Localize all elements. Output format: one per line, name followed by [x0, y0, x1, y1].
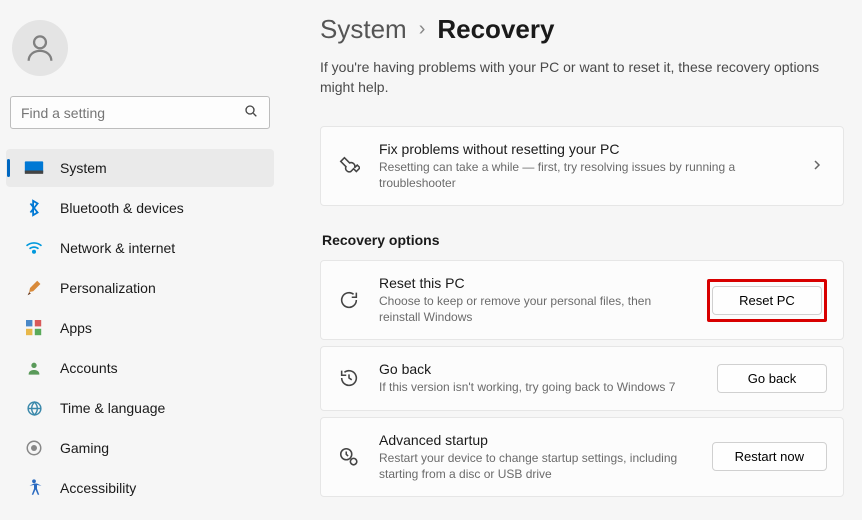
sidebar-item-label: Time & language: [60, 400, 165, 416]
chevron-right-icon: [807, 158, 827, 174]
card-desc: If this version isn't working, try going…: [379, 379, 699, 395]
card-title: Fix problems without resetting your PC: [379, 141, 789, 157]
card-desc: Resetting can take a while — first, try …: [379, 159, 789, 191]
breadcrumb-parent[interactable]: System: [320, 14, 407, 45]
sidebar-item-bluetooth[interactable]: Bluetooth & devices: [6, 189, 274, 227]
go-back-button[interactable]: Go back: [717, 364, 827, 393]
sidebar-item-personalization[interactable]: Personalization: [6, 269, 274, 307]
sidebar-item-label: Accounts: [60, 360, 118, 376]
search-input[interactable]: [21, 105, 243, 121]
sidebar-item-system[interactable]: System: [6, 149, 274, 187]
wrench-icon: [337, 154, 361, 178]
card-title: Go back: [379, 361, 699, 377]
sidebar-item-label: Personalization: [60, 280, 156, 296]
card-desc: Restart your device to change startup se…: [379, 450, 694, 482]
sidebar-item-label: Apps: [60, 320, 92, 336]
highlight-box: Reset PC: [707, 279, 827, 322]
nav-list: System Bluetooth & devices Network & int…: [0, 141, 280, 509]
card-go-back: Go back If this version isn't working, t…: [320, 346, 844, 410]
card-title: Reset this PC: [379, 275, 689, 291]
sidebar-item-gaming[interactable]: Gaming: [6, 429, 274, 467]
card-title: Advanced startup: [379, 432, 694, 448]
sidebar-item-apps[interactable]: Apps: [6, 309, 274, 347]
page-title: Recovery: [437, 14, 554, 45]
sidebar: System Bluetooth & devices Network & int…: [0, 0, 280, 520]
system-icon: [24, 158, 44, 178]
card-advanced-startup: Advanced startup Restart your device to …: [320, 417, 844, 497]
reset-pc-button[interactable]: Reset PC: [712, 286, 822, 315]
sidebar-item-label: Gaming: [60, 440, 109, 456]
accounts-icon: [24, 358, 44, 378]
avatar: [12, 20, 68, 76]
profile-row[interactable]: [0, 10, 280, 94]
sidebar-item-label: Bluetooth & devices: [60, 200, 184, 216]
sidebar-item-label: Accessibility: [60, 480, 136, 496]
breadcrumb: System › Recovery: [320, 14, 844, 45]
section-header: Recovery options: [322, 232, 844, 248]
page-intro: If you're having problems with your PC o…: [320, 57, 840, 98]
startup-gear-icon: [337, 445, 361, 469]
globe-clock-icon: [24, 398, 44, 418]
sidebar-item-accessibility[interactable]: Accessibility: [6, 469, 274, 507]
bluetooth-icon: [24, 198, 44, 218]
card-fix-problems[interactable]: Fix problems without resetting your PC R…: [320, 126, 844, 206]
chevron-right-icon: ›: [419, 18, 426, 41]
sidebar-item-accounts[interactable]: Accounts: [6, 349, 274, 387]
content-area: System › Recovery If you're having probl…: [280, 0, 862, 520]
reset-icon: [337, 288, 361, 312]
accessibility-icon: [24, 478, 44, 498]
sidebar-item-time-language[interactable]: Time & language: [6, 389, 274, 427]
card-desc: Choose to keep or remove your personal f…: [379, 293, 689, 325]
card-reset-pc: Reset this PC Choose to keep or remove y…: [320, 260, 844, 340]
gaming-icon: [24, 438, 44, 458]
apps-icon: [24, 318, 44, 338]
sidebar-item-network[interactable]: Network & internet: [6, 229, 274, 267]
brush-icon: [24, 278, 44, 298]
search-box[interactable]: [10, 96, 270, 129]
wifi-icon: [24, 238, 44, 258]
history-icon: [337, 366, 361, 390]
sidebar-item-label: Network & internet: [60, 240, 175, 256]
restart-now-button[interactable]: Restart now: [712, 442, 827, 471]
search-icon: [243, 103, 259, 122]
sidebar-item-label: System: [60, 160, 107, 176]
